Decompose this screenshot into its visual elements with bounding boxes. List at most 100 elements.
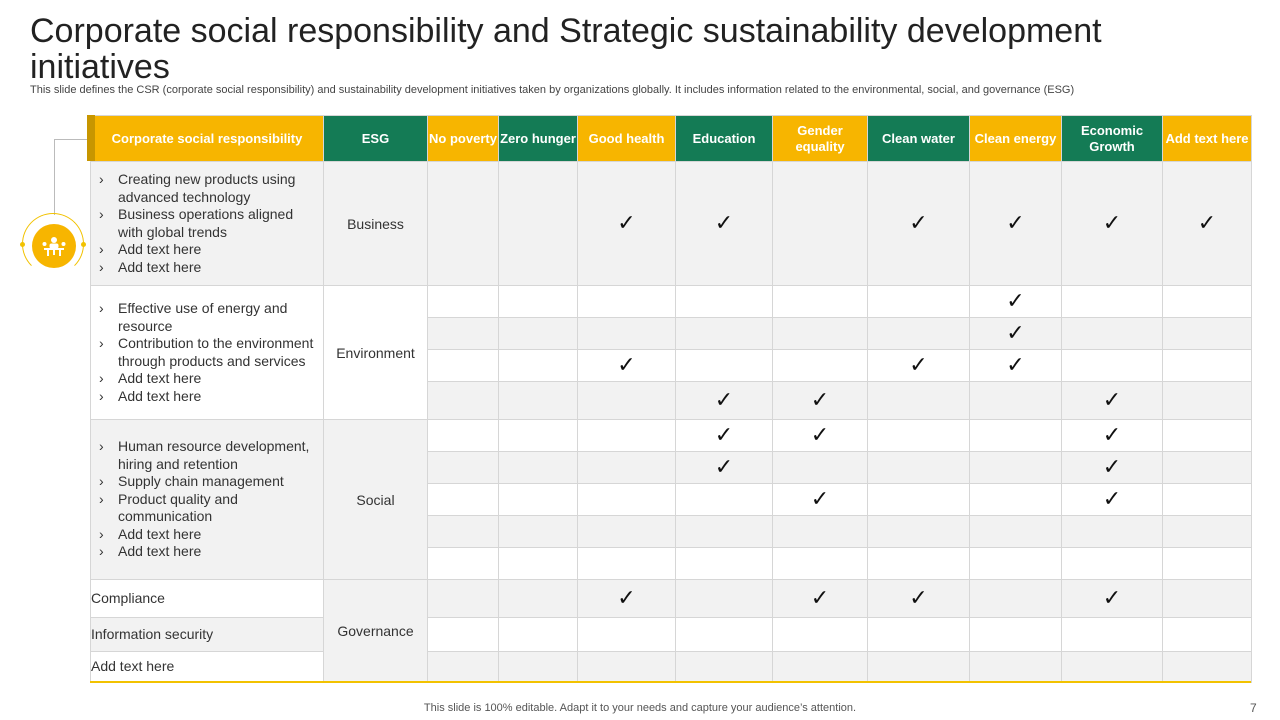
- matrix-cell: [772, 285, 868, 318]
- social-description: Human resource development, hiring and r…: [90, 419, 324, 580]
- matrix-cell: [427, 515, 499, 548]
- list-item: Contribution to the environment through …: [99, 335, 315, 370]
- matrix-cell: [427, 483, 499, 516]
- check-icon: ✓: [617, 584, 636, 610]
- matrix-cell: [427, 651, 499, 683]
- matrix-cell: [969, 381, 1062, 420]
- table-row: Compliance Governance ✓ ✓ ✓ ✓: [90, 579, 1252, 683]
- matrix-cell: [675, 285, 773, 318]
- check-icon: ✓: [1102, 209, 1122, 235]
- matrix-cell: [969, 547, 1062, 580]
- check-icon: ✓: [714, 386, 734, 412]
- connector-line: [54, 139, 55, 215]
- matrix-cell: [1061, 547, 1163, 580]
- check-icon: ✓: [1006, 287, 1025, 313]
- header-esg: ESG: [323, 115, 428, 162]
- check-icon: ✓: [810, 421, 830, 447]
- matrix-cell: [867, 483, 970, 516]
- slide-subtitle: This slide defines the CSR (corporate so…: [30, 84, 1075, 96]
- matrix-cell: ✓: [577, 161, 676, 286]
- list-item: Supply chain management: [99, 473, 315, 491]
- matrix-cell: ✓: [675, 451, 773, 484]
- check-icon: ✓: [714, 421, 734, 447]
- matrix-cell: [577, 317, 676, 350]
- matrix-cell: ✓: [772, 579, 868, 618]
- list-item: Product quality and communication: [99, 491, 315, 526]
- check-icon: ✓: [617, 209, 636, 235]
- matrix-cell: [498, 451, 578, 484]
- check-icon: ✓: [1102, 386, 1122, 412]
- matrix-cell: ✓: [969, 285, 1062, 318]
- check-icon: ✓: [1197, 209, 1217, 235]
- matrix-cell: [772, 515, 868, 548]
- matrix-cell: [427, 161, 499, 286]
- business-description: Creating new products using advanced tec…: [90, 161, 324, 286]
- matrix-cell: [969, 483, 1062, 516]
- check-icon: ✓: [1102, 421, 1122, 447]
- matrix-cell: [498, 651, 578, 683]
- list-item: Add text here: [99, 526, 315, 544]
- matrix-cell: [867, 285, 970, 318]
- matrix-cell: ✓: [867, 349, 970, 382]
- list-item: Add text here: [99, 241, 315, 259]
- check-icon: ✓: [1102, 584, 1122, 610]
- matrix-cell: ✓: [1061, 451, 1163, 484]
- matrix-cell: [1162, 617, 1252, 652]
- matrix-cell: [577, 515, 676, 548]
- matrix-cell: [498, 349, 578, 382]
- table-row: Creating new products using advanced tec…: [90, 161, 1252, 286]
- header-clean-energy: Clean energy: [969, 115, 1062, 162]
- environment-description: Effective use of energy and resource Con…: [90, 285, 324, 420]
- matrix-cell: [772, 451, 868, 484]
- matrix-cell: [427, 317, 499, 350]
- header-row: Corporate social responsibility ESG No p…: [90, 115, 1252, 162]
- matrix-cell: ✓: [1061, 161, 1163, 286]
- list-item: Add text here: [99, 388, 315, 406]
- matrix-cell: ✓: [577, 579, 676, 618]
- check-icon: ✓: [1006, 209, 1025, 235]
- matrix-cell: ✓: [1061, 419, 1163, 452]
- list-item: Business operations aligned with global …: [99, 206, 315, 241]
- matrix-cell: [577, 419, 676, 452]
- matrix-cell: ✓: [969, 317, 1062, 350]
- matrix-cell: ✓: [1061, 483, 1163, 516]
- list-item: Effective use of energy and resource: [99, 300, 315, 335]
- matrix-cell: ✓: [1061, 579, 1163, 618]
- matrix-cell: ✓: [867, 579, 970, 618]
- check-icon: ✓: [714, 453, 734, 479]
- matrix-cell: [675, 317, 773, 350]
- matrix-cell: [1162, 285, 1252, 318]
- matrix-cell: [1162, 381, 1252, 420]
- header-accent-bar: [87, 115, 95, 161]
- matrix-cell: [675, 349, 773, 382]
- matrix-cell: [577, 285, 676, 318]
- table-row: Information security: [90, 617, 1252, 652]
- matrix-cell: ✓: [772, 419, 868, 452]
- matrix-cell: ✓: [969, 161, 1062, 286]
- footer-note: This slide is 100% editable. Adapt it to…: [423, 702, 857, 714]
- matrix-cell: [498, 317, 578, 350]
- matrix-cell: [498, 483, 578, 516]
- header-good-health: Good health: [577, 115, 676, 162]
- matrix-cell: ✓: [675, 419, 773, 452]
- header-add-text: Add text here: [1162, 115, 1252, 162]
- matrix-cell: [867, 317, 970, 350]
- header-economic-growth: Economic Growth: [1061, 115, 1163, 162]
- table-bottom-border: [90, 681, 1251, 683]
- matrix-cell: [772, 651, 868, 683]
- matrix-cell: [1061, 349, 1163, 382]
- check-icon: ✓: [1102, 453, 1122, 479]
- matrix-cell: [577, 483, 676, 516]
- table-row: Add text here: [90, 651, 1252, 683]
- matrix-cell: [498, 579, 578, 618]
- matrix-cell: ✓: [675, 161, 773, 286]
- table-row: Effective use of energy and resource Con…: [90, 285, 1252, 420]
- header-clean-water: Clean water: [867, 115, 970, 162]
- matrix-cell: ✓: [577, 349, 676, 382]
- page-number: 7: [1250, 701, 1257, 715]
- matrix-cell: ✓: [867, 161, 970, 286]
- matrix-cell: [498, 285, 578, 318]
- check-icon: ✓: [810, 584, 830, 610]
- check-icon: ✓: [909, 351, 928, 377]
- matrix-cell: [1162, 483, 1252, 516]
